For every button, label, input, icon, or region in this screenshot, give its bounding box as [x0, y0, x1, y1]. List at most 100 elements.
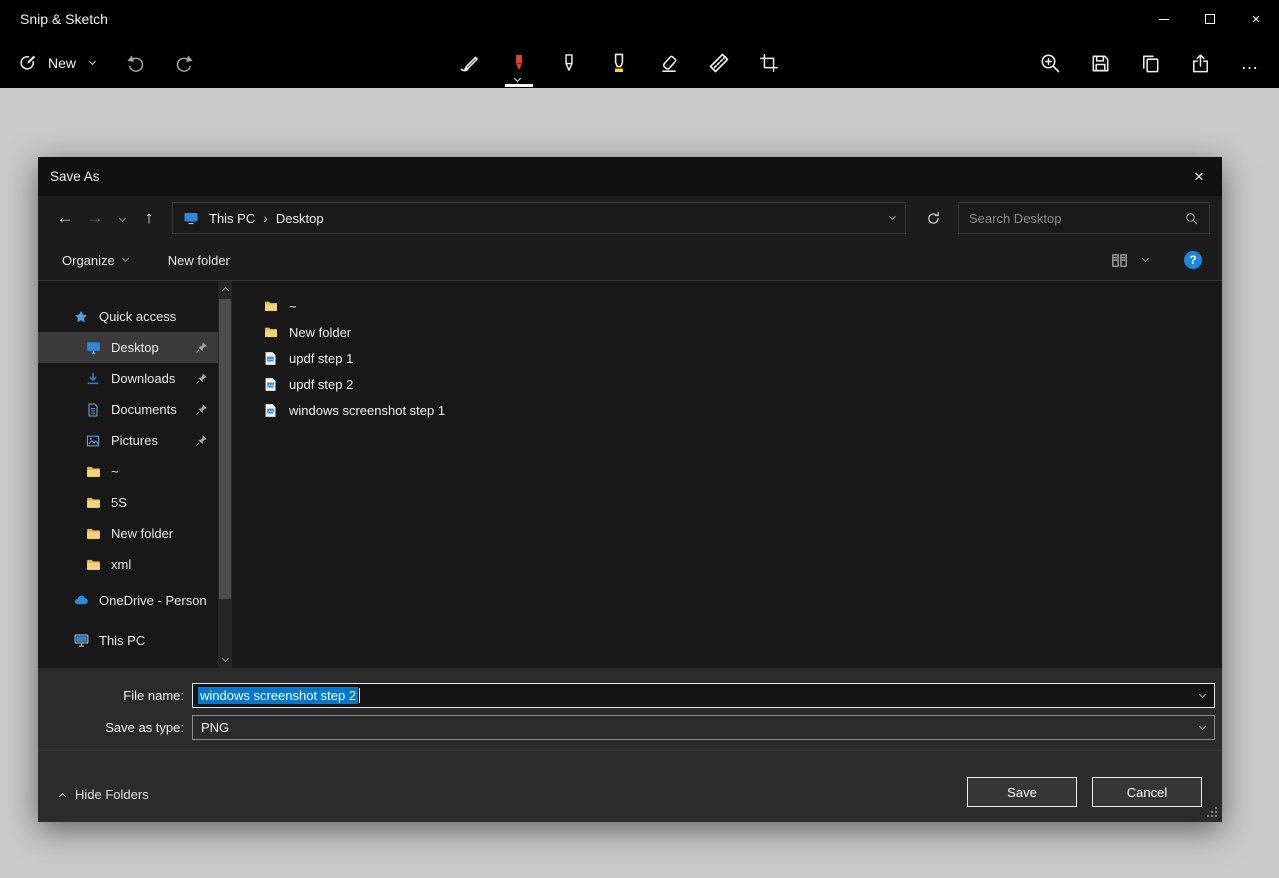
sidebar-item-label: xml — [111, 557, 131, 572]
breadcrumb-this-pc[interactable]: This PC — [205, 211, 259, 226]
sidebar-item-desktop[interactable]: Desktop — [38, 332, 218, 363]
views-dropdown-chevron-icon[interactable] — [1142, 255, 1149, 262]
file-name-dropdown-chevron-icon[interactable] — [1199, 691, 1206, 698]
refresh-button[interactable] — [916, 202, 950, 234]
help-icon: ? — [1189, 253, 1196, 267]
sidebar-item-5s[interactable]: 5S — [38, 487, 218, 518]
close-button[interactable]: × — [1233, 0, 1279, 38]
up-button[interactable]: ↑ — [134, 202, 164, 234]
copy-button[interactable] — [1135, 43, 1165, 83]
file-name: windows screenshot step 1 — [289, 403, 445, 418]
sidebar-item-onedrive[interactable]: OneDrive - Person — [38, 580, 218, 620]
file-name: updf step 1 — [289, 351, 353, 366]
file-name: updf step 2 — [289, 377, 353, 392]
pin-icon — [195, 341, 208, 354]
more-options-button[interactable]: … — [1235, 43, 1265, 83]
sidebar-item-quick-access[interactable]: Quick access — [38, 301, 218, 332]
share-button[interactable] — [1185, 43, 1215, 83]
file-item-home-folder[interactable]: ~ — [232, 293, 1222, 319]
sidebar-item-downloads[interactable]: Downloads — [38, 363, 218, 394]
pen-options-chevron-icon[interactable] — [514, 75, 521, 82]
minimize-button[interactable] — [1141, 0, 1187, 38]
folder-icon — [84, 525, 102, 542]
desktop-icon — [84, 339, 102, 356]
ruler-tool-button[interactable] — [702, 38, 736, 88]
resize-grip-icon[interactable] — [1207, 807, 1218, 818]
save-button[interactable]: Save — [967, 777, 1077, 807]
breadcrumb-desktop[interactable]: Desktop — [272, 211, 328, 226]
chevron-down-icon — [118, 214, 125, 221]
location-icon — [183, 210, 199, 226]
folder-icon — [84, 494, 102, 511]
dialog-body: Quick access Desktop — [38, 281, 1222, 668]
views-icon[interactable] — [1110, 251, 1129, 270]
crop-tool-button[interactable] — [752, 38, 786, 88]
breadcrumb-separator-icon: › — [259, 210, 272, 226]
pencil-tool-button[interactable] — [552, 38, 586, 88]
file-name-input[interactable]: windows screenshot step 2 — [192, 683, 1215, 708]
sidebar-item-documents[interactable]: Documents — [38, 394, 218, 425]
forward-button[interactable]: → — [80, 202, 110, 234]
pin-icon — [195, 403, 208, 416]
sidebar-item-label: Downloads — [111, 371, 175, 386]
file-item-updf-step-1[interactable]: updf step 1 — [232, 345, 1222, 371]
sidebar-item-xml[interactable]: xml — [38, 549, 218, 580]
save-as-type-value: PNG — [198, 720, 229, 735]
file-item-updf-step-2[interactable]: updf step 2 — [232, 371, 1222, 397]
organize-button[interactable]: Organize — [62, 253, 128, 268]
text-caret — [359, 688, 360, 703]
file-item-new-folder[interactable]: New folder — [232, 319, 1222, 345]
close-icon: × — [1194, 167, 1204, 187]
onedrive-cloud-icon — [72, 592, 90, 609]
ballpoint-pen-tool-button[interactable] — [502, 38, 536, 88]
new-dropdown-chevron-icon[interactable] — [89, 58, 96, 65]
chevron-up-icon — [59, 792, 66, 799]
scrollbar-thumb[interactable] — [219, 299, 231, 599]
forward-icon: → — [87, 208, 104, 228]
address-dropdown-chevron-icon[interactable] — [889, 213, 896, 220]
new-snip-icon — [16, 52, 38, 74]
save-as-type-select[interactable]: PNG — [192, 715, 1215, 740]
organize-label: Organize — [62, 253, 115, 268]
save-type-dropdown-chevron-icon[interactable] — [1199, 723, 1206, 730]
address-bar[interactable]: This PC › Desktop — [172, 202, 906, 234]
sidebar-item-home-folder[interactable]: ~ — [38, 456, 218, 487]
back-button[interactable]: ← — [50, 202, 80, 234]
sidebar-item-pictures[interactable]: Pictures — [38, 425, 218, 456]
touch-writing-tool-button[interactable] — [452, 38, 486, 88]
dialog-title: Save As — [50, 169, 100, 184]
new-folder-button[interactable]: New folder — [168, 253, 230, 268]
sidebar-item-this-pc[interactable]: This PC — [38, 620, 218, 660]
sidebar-item-label: New folder — [111, 526, 173, 541]
quick-access-star-icon — [72, 309, 90, 325]
sidebar-item-label: This PC — [99, 633, 145, 648]
documents-icon — [84, 402, 102, 418]
desktop-background: Save As × ← → ↑ This PC › Desktop — [0, 88, 1279, 878]
new-button[interactable]: New — [48, 55, 76, 71]
highlighter-tool-button[interactable] — [602, 38, 636, 88]
search-icon — [1184, 211, 1199, 226]
file-item-windows-screenshot-step-1[interactable]: windows screenshot step 1 — [232, 397, 1222, 423]
zoom-button[interactable] — [1035, 43, 1065, 83]
undo-button[interactable] — [125, 52, 147, 74]
cancel-button[interactable]: Cancel — [1092, 777, 1202, 807]
up-icon: ↑ — [145, 208, 154, 228]
sidebar-scrollbar[interactable] — [218, 281, 232, 668]
save-button[interactable] — [1085, 43, 1115, 83]
hide-folders-label: Hide Folders — [75, 787, 149, 802]
scroll-down-icon[interactable] — [218, 652, 232, 668]
redo-button[interactable] — [173, 52, 195, 74]
hide-folders-button[interactable]: Hide Folders — [60, 787, 149, 802]
help-button[interactable]: ? — [1184, 251, 1202, 269]
image-file-icon — [262, 403, 279, 418]
scroll-up-icon[interactable] — [218, 281, 232, 297]
app-title: Snip & Sketch — [20, 11, 108, 27]
maximize-button[interactable] — [1187, 0, 1233, 38]
sidebar-item-new-folder[interactable]: New folder — [38, 518, 218, 549]
app-titlebar: Snip & Sketch × — [0, 0, 1279, 38]
recent-locations-button[interactable] — [110, 202, 134, 234]
pin-icon — [195, 434, 208, 447]
search-input[interactable] — [969, 211, 1184, 226]
dialog-close-button[interactable]: × — [1176, 157, 1222, 196]
eraser-tool-button[interactable] — [652, 38, 686, 88]
